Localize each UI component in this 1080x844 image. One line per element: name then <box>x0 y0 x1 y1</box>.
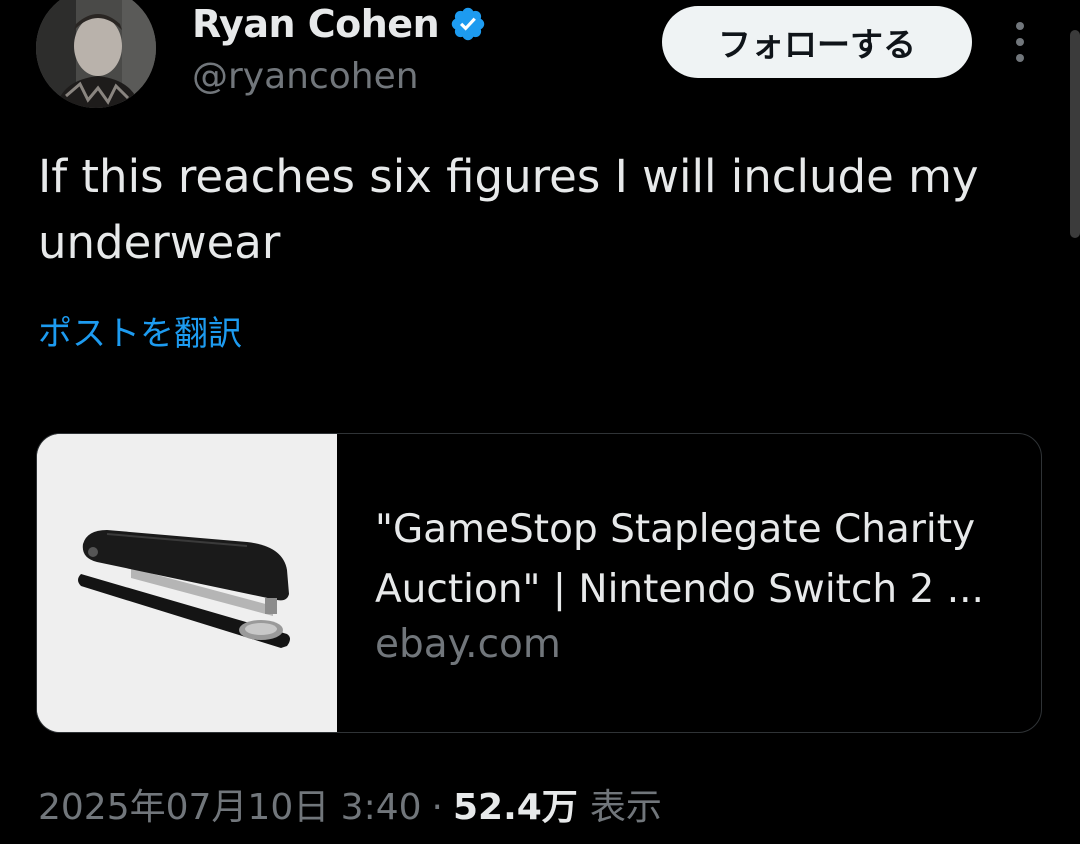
author-name-row[interactable]: Ryan Cohen <box>192 0 487 48</box>
scrollbar-thumb[interactable] <box>1070 30 1080 238</box>
views-label: 表示 <box>589 787 662 828</box>
more-vertical-icon <box>1016 22 1024 62</box>
tweet-timestamp[interactable]: 2025年07月10日 3:40 <box>38 778 422 830</box>
tweet-text: If this reaches six figures I will inclu… <box>38 150 979 269</box>
author-display-name[interactable]: Ryan Cohen <box>192 2 440 46</box>
link-card-title[interactable]: "GameStop Staplegate Charity Auction" | … <box>375 500 1025 620</box>
more-options-button[interactable] <box>1002 18 1038 66</box>
translate-post-link[interactable]: ポストを翻訳 <box>38 306 242 355</box>
verified-badge-icon <box>451 7 485 41</box>
follow-button[interactable]: フォローする <box>662 6 972 78</box>
avatar[interactable] <box>36 0 156 108</box>
meta-separator: · <box>431 787 443 828</box>
link-preview-card[interactable]: "GameStop Staplegate Charity Auction" | … <box>36 433 1042 733</box>
views-count[interactable]: 52.4万 <box>453 778 578 830</box>
link-card-domain: ebay.com <box>375 622 561 667</box>
tweet-meta: 2025年07月10日 3:40 · 52.4万 表示 <box>38 778 662 830</box>
avatar-photo <box>36 0 156 108</box>
link-card-thumbnail <box>37 434 337 732</box>
stapler-image <box>37 434 337 732</box>
author-handle[interactable]: @ryancohen <box>192 56 419 97</box>
